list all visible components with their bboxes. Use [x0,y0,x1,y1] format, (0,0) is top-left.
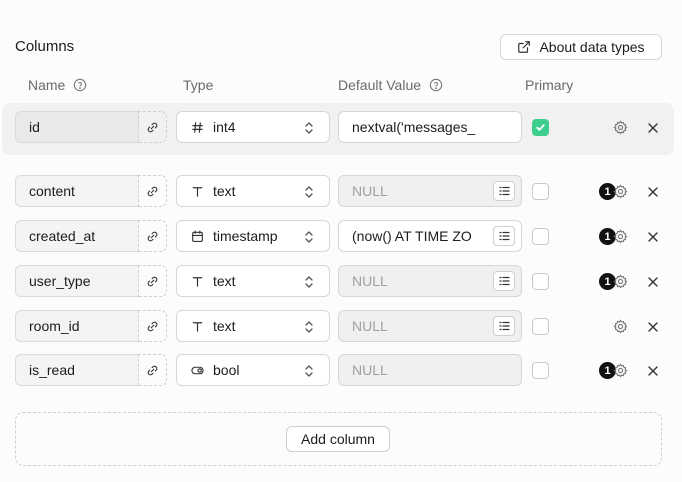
column-type-label: int4 [213,119,236,135]
text-type-icon [191,320,204,333]
header-type: Type [183,77,214,93]
link-icon [147,186,158,196]
hash-icon [191,121,204,134]
list-icon [498,231,510,241]
column-name-input[interactable]: id [15,111,139,143]
link-icon [147,122,158,132]
close-icon[interactable] [647,230,659,242]
chevron-up-down-icon [305,186,313,198]
external-link-icon [518,41,531,53]
column-name-input[interactable]: is_read [15,354,139,386]
column-type-label: text [213,183,236,199]
foreign-key-button[interactable] [138,175,167,207]
link-icon [147,365,158,375]
default-value-text: nextval('messages_ [352,119,476,135]
primary-key-checkbox[interactable] [532,273,549,290]
default-value-text: NULL [352,183,388,199]
default-value-input[interactable]: NULL [338,310,522,342]
foreign-key-button[interactable] [138,354,167,386]
gear-icon[interactable] [613,363,628,378]
gear-icon[interactable] [613,184,628,199]
chevron-up-down-icon [305,122,313,134]
suggestions-button[interactable] [493,181,515,201]
gear-icon[interactable] [613,274,628,289]
chevron-up-down-icon [305,231,313,243]
column-name-input[interactable]: created_at [15,220,139,252]
toggle-icon [191,364,204,377]
column-name-input[interactable]: content [15,175,139,207]
chevron-up-down-icon [305,321,313,333]
default-value-input[interactable]: nextval('messages_ [338,111,522,143]
default-value-input[interactable]: (now() AT TIME ZO [338,220,522,252]
suggestions-button[interactable] [493,316,515,336]
column-type-label: text [213,318,236,334]
foreign-key-button[interactable] [138,310,167,342]
header-name: Name [28,77,87,93]
primary-key-checkbox[interactable] [532,318,549,335]
about-data-types-button[interactable]: About data types [500,34,662,60]
add-column-button[interactable]: Add column [286,426,390,452]
primary-key-checkbox[interactable] [532,119,549,136]
help-icon[interactable] [73,78,87,92]
column-row: id int4 nextval('messages_ [2,103,674,155]
header-primary: Primary [525,77,574,93]
column-type-select[interactable]: text [176,175,330,207]
close-icon[interactable] [647,185,659,197]
default-value-text: (now() AT TIME ZO [352,228,472,244]
default-value-text: NULL [352,318,388,334]
close-icon[interactable] [647,320,659,332]
column-name-input[interactable]: user_type [15,265,139,297]
primary-key-checkbox[interactable] [532,183,549,200]
column-type-select[interactable]: bool [176,354,330,386]
list-icon [498,321,510,331]
column-row: is_read bool NULL 1 [0,353,682,403]
suggestions-button[interactable] [493,226,515,246]
gear-icon[interactable] [613,229,628,244]
link-icon [147,276,158,286]
column-name-input[interactable]: room_id [15,310,139,342]
close-icon[interactable] [647,364,659,376]
column-type-select[interactable]: text [176,265,330,297]
default-value-input[interactable]: NULL [338,265,522,297]
close-icon[interactable] [647,275,659,287]
column-type-select[interactable]: timestamp [176,220,330,252]
primary-key-checkbox[interactable] [532,362,549,379]
suggestions-button[interactable] [493,271,515,291]
chevron-up-down-icon [305,365,313,377]
default-value-text: NULL [352,362,388,378]
link-icon [147,321,158,331]
text-type-icon [191,275,204,288]
chevron-up-down-icon [305,276,313,288]
default-value-input[interactable]: NULL [338,175,522,207]
primary-key-checkbox[interactable] [532,228,549,245]
close-icon[interactable] [647,121,659,133]
gear-icon[interactable] [613,120,628,135]
section-title: Columns [15,38,75,55]
column-row: content text NULL 1 [0,174,682,224]
column-type-label: timestamp [213,228,278,244]
foreign-key-button[interactable] [138,265,167,297]
column-type-select[interactable]: int4 [176,111,330,143]
default-value-input[interactable]: NULL [338,354,522,386]
column-type-label: text [213,273,236,289]
link-icon [147,231,158,241]
column-row: created_at timestamp (now() AT TIME ZO 1 [0,219,682,269]
column-row: room_id text NULL [0,309,682,359]
foreign-key-button[interactable] [138,220,167,252]
foreign-key-button[interactable] [138,111,167,143]
list-icon [498,186,510,196]
check-icon [536,124,545,131]
text-type-icon [191,185,204,198]
calendar-icon [191,230,204,243]
column-row: user_type text NULL 1 [0,264,682,314]
column-type-label: bool [213,362,240,378]
help-icon[interactable] [429,78,443,92]
default-value-text: NULL [352,273,388,289]
about-data-types-label: About data types [539,39,645,55]
list-icon [498,276,510,286]
gear-icon[interactable] [613,319,628,334]
column-type-select[interactable]: text [176,310,330,342]
header-default-value: Default Value [338,77,443,93]
